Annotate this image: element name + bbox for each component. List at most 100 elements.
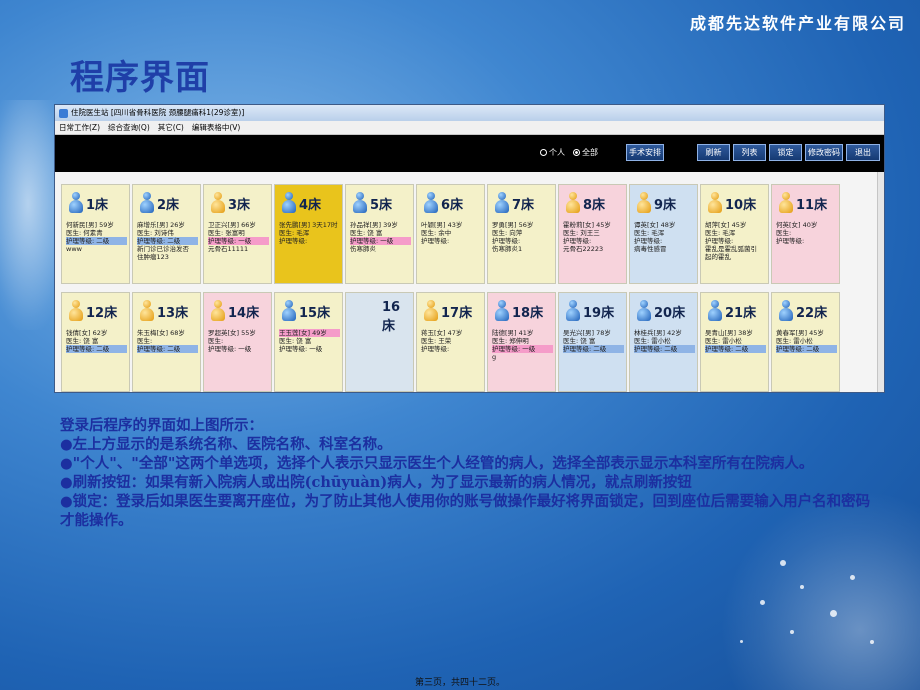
bed-card[interactable]: 22床 黄春军[男] 45岁 医生: 雷小松 护理等级: 二级 [771,292,840,392]
patient-info-line: 护理等级: 二级 [634,345,695,353]
patient-info: 陆德[男] 41岁 医生: 郑伸明 护理等级: 一级 g [492,329,553,361]
patient-info-line: 钱倩[女] 62岁 [66,329,108,337]
bed-card[interactable]: 5床 孙品祥[男] 39岁 医生: 饶 富护理等级: 一级 伤寒肺炎 [345,184,414,284]
patient-info: 卫正兴[男] 66岁 医生: 张富明 护理等级: 一级 元骨石11111 [208,221,269,253]
patient-info-line: 护理等级: 一级 [350,237,411,245]
patient-info-line: 何英[女] 40岁 [776,221,818,229]
patient-info-line: 医生: 雷小松 [776,337,813,345]
patient-info-line: 医生: 郑伸明 [492,337,529,345]
patient-info-line: 医生: 雷小松 [705,337,742,345]
female-patient-icon [636,192,651,214]
bed-number: 9床 [654,197,677,213]
radio-label: 个人 [549,148,565,157]
male-patient-icon [707,300,722,322]
bed-card[interactable]: 6床叶颖[男] 43岁 医生: 余中 护理等级: [416,184,485,284]
app-icon [59,108,68,118]
bed-card[interactable]: 9床 谭英[女] 48岁 医生: 毛浑 护理等级: 病毒性感冒 [629,184,698,284]
bed-card[interactable]: 3床 卫正兴[男] 66岁 医生: 张富明 护理等级: 一级 元骨石11111 [203,184,272,284]
bed-card[interactable]: 11床 何英[女] 40岁 医生: 护理等级: [771,184,840,284]
patient-info-line: 起的霍乱 [705,253,731,261]
radio-personal[interactable]: 个人 [540,147,565,158]
patient-info: 麻增乐[男] 26岁 医生: 刘诗伟 护理等级: 二级 新门诊已诊治发否 住肿瘤123 [137,221,198,261]
list-button[interactable]: 列表 [733,144,766,161]
bed-card[interactable]: 14床罗超英[女] 55岁 医生: 护理等级: 一级 [203,292,272,392]
bed-number: 18床 [512,305,544,321]
bed-number: 6床 [441,197,464,213]
menu-other[interactable]: 其它(C) [158,121,184,134]
menu-query[interactable]: 综合查询(Q) [108,121,150,134]
patient-info-line: 医生: 毛浑 [705,229,736,237]
bed-card[interactable]: 4床 张先鹏[男] 3天17时 医生: 毛浑 护理等级: [274,184,343,284]
male-patient-icon [494,192,509,214]
bed-card[interactable]: 21床 吴青山[男] 38岁 医生: 雷小松 护理等级: 二级 [700,292,769,392]
bed-card[interactable]: 18床陆德[男] 41岁 医生: 郑伸明 护理等级: 一级 g [487,292,556,392]
bed-card[interactable]: 16床 [345,292,414,392]
scope-radio-group: 个人 全部 [540,147,598,158]
patient-info-line: 医生: 刘王三 [563,229,600,237]
patient-info-line: 叶颖[男] 43岁 [421,221,463,229]
bed-number: 8床 [583,197,606,213]
patient-info-line: 医生: 饶 富 [66,337,99,345]
patient-info: 叶颖[男] 43岁 医生: 余中 护理等级: [421,221,482,245]
patient-info: 钱倩[女] 62岁 医生: 饶 富护理等级: 二级 [66,329,127,353]
patient-info-line: 护理等级: 一级 [208,345,252,353]
window-titlebar: 住院医生站 [四川省骨科医院 颈腰腿痛科1(29诊室)] [55,105,884,121]
bed-card[interactable]: 17床蒋玉[女] 47岁 医生: 王荣 护理等级: [416,292,485,392]
patient-info: 蒋玉[女] 47岁 医生: 王荣 护理等级: [421,329,482,353]
patient-info-line: 罗勇[男] 56岁 [492,221,534,229]
bed-number: 10床 [725,197,757,213]
bed-card[interactable]: 7床 罗勇[男] 56岁 医生: 向萍 护理等级: 伤寒肺炎1 [487,184,556,284]
bed-card-header: 7床 [494,192,534,214]
patient-info-line: 黄春军[男] 45岁 [776,329,824,337]
bed-card-header: 5床 [352,192,392,214]
bed-card[interactable]: 15床 王玉莲[女] 49岁 医生: 饶 富护理等级: 一级 [274,292,343,392]
patient-info-line: 医生: 何素青 [66,229,103,237]
patient-info-line: 孙品祥[男] 39岁 [350,221,398,229]
patient-info-line: 胡萍[女] 45岁 [705,221,747,229]
bed-number: 17床 [441,305,473,321]
patient-info-line: 医生: 雷小松 [634,337,671,345]
bed-card-header: 9床 [636,192,676,214]
menu-edit-table[interactable]: 编辑表格中(V) [192,121,240,134]
bed-card[interactable]: 1床 何新民[男] 59岁 医生: 何素青 护理等级: 二级 www [61,184,130,284]
refresh-button[interactable]: 刷新 [697,144,730,161]
bed-card[interactable]: 12床 钱倩[女] 62岁 医生: 饶 富护理等级: 二级 [61,292,130,392]
patient-info-line: 霍乱是霍乱弧菌引 [705,245,757,253]
bed-card[interactable]: 8床 霍粉莉[女] 45岁 医生: 刘王三 护理等级: 元骨石22223 [558,184,627,284]
patient-info-line: 王玉莲[女] 49岁 [279,329,340,337]
bed-card-header: 13床 [139,300,188,322]
bed-row: 12床 钱倩[女] 62岁 医生: 饶 富护理等级: 二级 13床 朱玉梅[女] 68岁… [61,292,880,392]
patient-info-line: 病毒性感冒 [634,245,667,253]
female-patient-icon [778,192,793,214]
bed-card[interactable]: 19床 吴光兴[男] 78岁 医生: 饶 富护理等级: 二级 [558,292,627,392]
patient-info: 罗超英[女] 55岁 医生: 护理等级: 一级 [208,329,269,353]
menu-bar: 日常工作(Z) 综合查询(Q) 其它(C) 编辑表格中(V) [55,121,884,135]
bed-card[interactable]: 2床 麻增乐[男] 26岁 医生: 刘诗伟 护理等级: 二级 新门诊已诊治发否 住肿瘤12… [132,184,201,284]
exit-button[interactable]: 退出 [846,144,880,161]
bed-card[interactable]: 10床 胡萍[女] 45岁 医生: 毛浑 护理等级: 霍乱是霍乱弧菌引 起的霍乱 [700,184,769,284]
bed-card-header: 8床 [565,192,605,214]
bed-card[interactable]: 13床 朱玉梅[女] 68岁 医生: 护理等级: 二级 [132,292,201,392]
patient-info-line: 护理等级: 二级 [705,345,766,353]
patient-info-line: 护理等级: [563,237,592,245]
radio-all[interactable]: 全部 [573,147,598,158]
male-patient-icon [423,192,438,214]
surgery-schedule-button[interactable]: 手术安排 [626,144,664,161]
patient-info-line: 护理等级: 一级 [279,345,323,353]
patient-info-line: 医生: 向萍 [492,229,523,237]
patient-info-line: 护理等级: [421,345,450,353]
vertical-scrollbar[interactable] [877,172,884,392]
bed-card[interactable]: 20床 林桂兵[男] 42岁 医生: 雷小松 护理等级: 二级 [629,292,698,392]
menu-daily-work[interactable]: 日常工作(Z) [59,121,100,134]
lock-button[interactable]: 锁定 [769,144,802,161]
patient-info-line: 伤寒肺炎1 [492,245,523,253]
patient-info-line: 医生: 毛浑 [279,229,310,237]
change-password-button[interactable]: 修改密码 [805,144,843,161]
bed-number: 4床 [299,197,322,213]
bed-card-header: 11床 [778,192,827,214]
patient-info-line: 护理等级: 二级 [66,237,127,245]
patient-info-line: 护理等级: [634,237,663,245]
bed-number: 14床 [228,305,260,321]
patient-info-line: 医生: [137,337,153,345]
patient-info-line: 元骨石11111 [208,245,249,253]
